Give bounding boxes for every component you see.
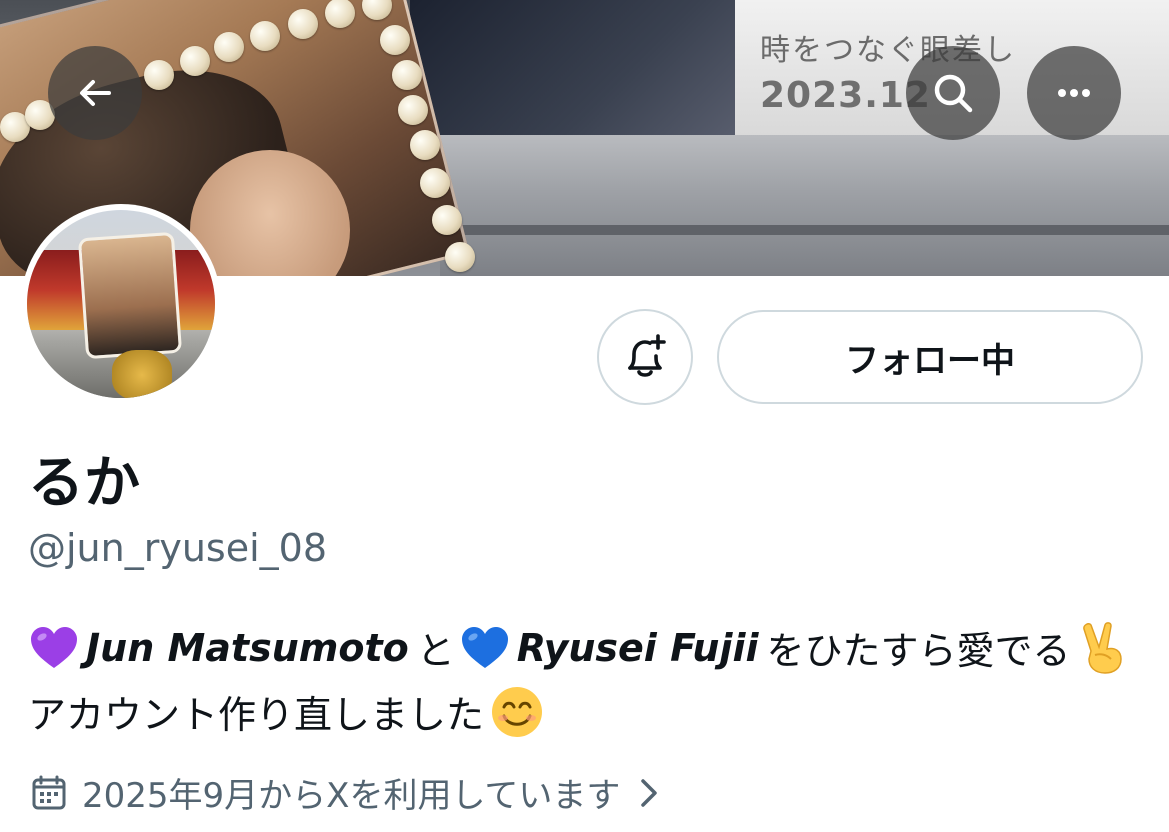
notification-button[interactable] [597,309,693,405]
pearl-decoration [410,130,440,160]
following-button[interactable]: フォロー中 [717,310,1143,404]
bio-name-1: Jun Matsumoto [86,625,409,670]
joined-text: 2025年9月からXを利用しています [82,776,621,816]
avatar-hand [112,350,172,398]
pearl-decoration [420,168,450,198]
chevron-right-icon [641,778,658,807]
pearl-decoration [250,21,280,51]
search-icon [934,74,973,113]
banner-wall [440,135,1169,276]
avatar-photo-card [77,231,183,360]
pearl-decoration [432,205,462,235]
pearl-decoration [398,95,428,125]
arrow-left-icon [80,80,111,106]
search-button[interactable] [906,46,1000,140]
more-button[interactable] [1027,46,1121,140]
more-horizontal-icon [1058,89,1090,97]
pearl-decoration [288,9,318,39]
profile-avatar[interactable] [21,204,221,404]
bio-phrase: をひたすら愛でる [766,629,1071,673]
pearl-decoration [380,25,410,55]
bio-line-2: アカウント作り直しました [28,684,544,739]
pearl-decoration [144,60,174,90]
bio-connector: と [416,629,455,673]
pearl-decoration [445,242,475,272]
bio-line-1: Jun Matsumoto と Ryusei Fujii をひたすら愛でる [28,620,1127,675]
avatar-image [27,210,215,398]
display-name: るか [28,451,140,516]
pearl-decoration [180,46,210,76]
back-button[interactable] [48,46,142,140]
bio-name-2: Ryusei Fujii [516,625,759,670]
calendar-icon [32,775,66,809]
purple-heart-emoji [31,626,77,668]
blue-heart-emoji [461,626,508,668]
bell-plus-icon [628,334,666,377]
bio-text-2: アカウント作り直しました [28,693,485,737]
banner-poster-dark [410,0,740,150]
victory-hand-emoji [1082,621,1122,674]
pearl-decoration [392,60,422,90]
smiling-face-emoji [492,686,543,737]
joined-date[interactable]: 2025年9月からXを利用しています [30,768,664,817]
pearl-decoration [214,32,244,62]
user-handle: @jun_ryusei_08 [28,526,328,570]
banner-rail [440,225,1169,235]
